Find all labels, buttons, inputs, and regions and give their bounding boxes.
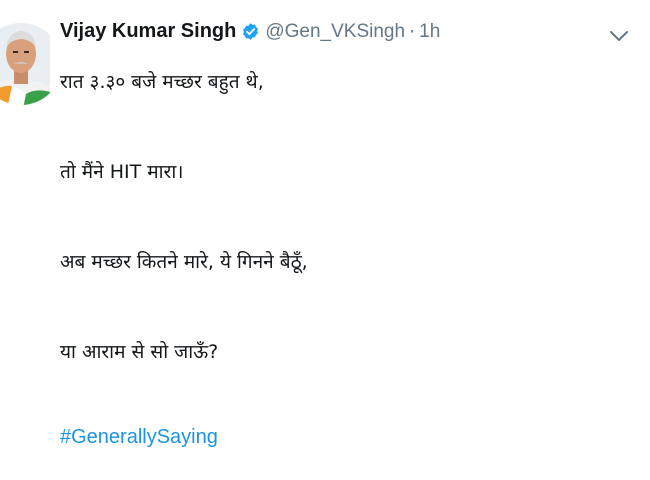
tweet-line: रात ३.३० बजे मच्छर बहुत थे, xyxy=(60,71,264,93)
tweet-timestamp[interactable]: 1h xyxy=(419,21,440,43)
tweet-line: या आराम से सो जाऊँ? xyxy=(60,341,219,363)
meta-separator: · xyxy=(409,20,416,43)
author-name[interactable]: Vijay Kumar Singh xyxy=(60,20,236,43)
verified-badge-icon xyxy=(241,22,260,41)
tweet-card: Vijay Kumar Singh @Gen_VKSingh · 1h रात … xyxy=(0,0,650,480)
author-handle[interactable]: @Gen_VKSingh xyxy=(265,21,405,43)
tweet-header: Vijay Kumar Singh @Gen_VKSingh · 1h xyxy=(60,20,440,43)
chevron-down-icon[interactable] xyxy=(608,28,630,44)
hashtag-link[interactable]: #GenerallySaying xyxy=(60,426,218,449)
tweet-line: तो मैंने HIT मारा। xyxy=(60,161,184,183)
avatar[interactable] xyxy=(0,14,50,114)
tweet-line: अब मच्छर कितने मारे, ये गिनने बैठूँ, xyxy=(60,251,308,273)
